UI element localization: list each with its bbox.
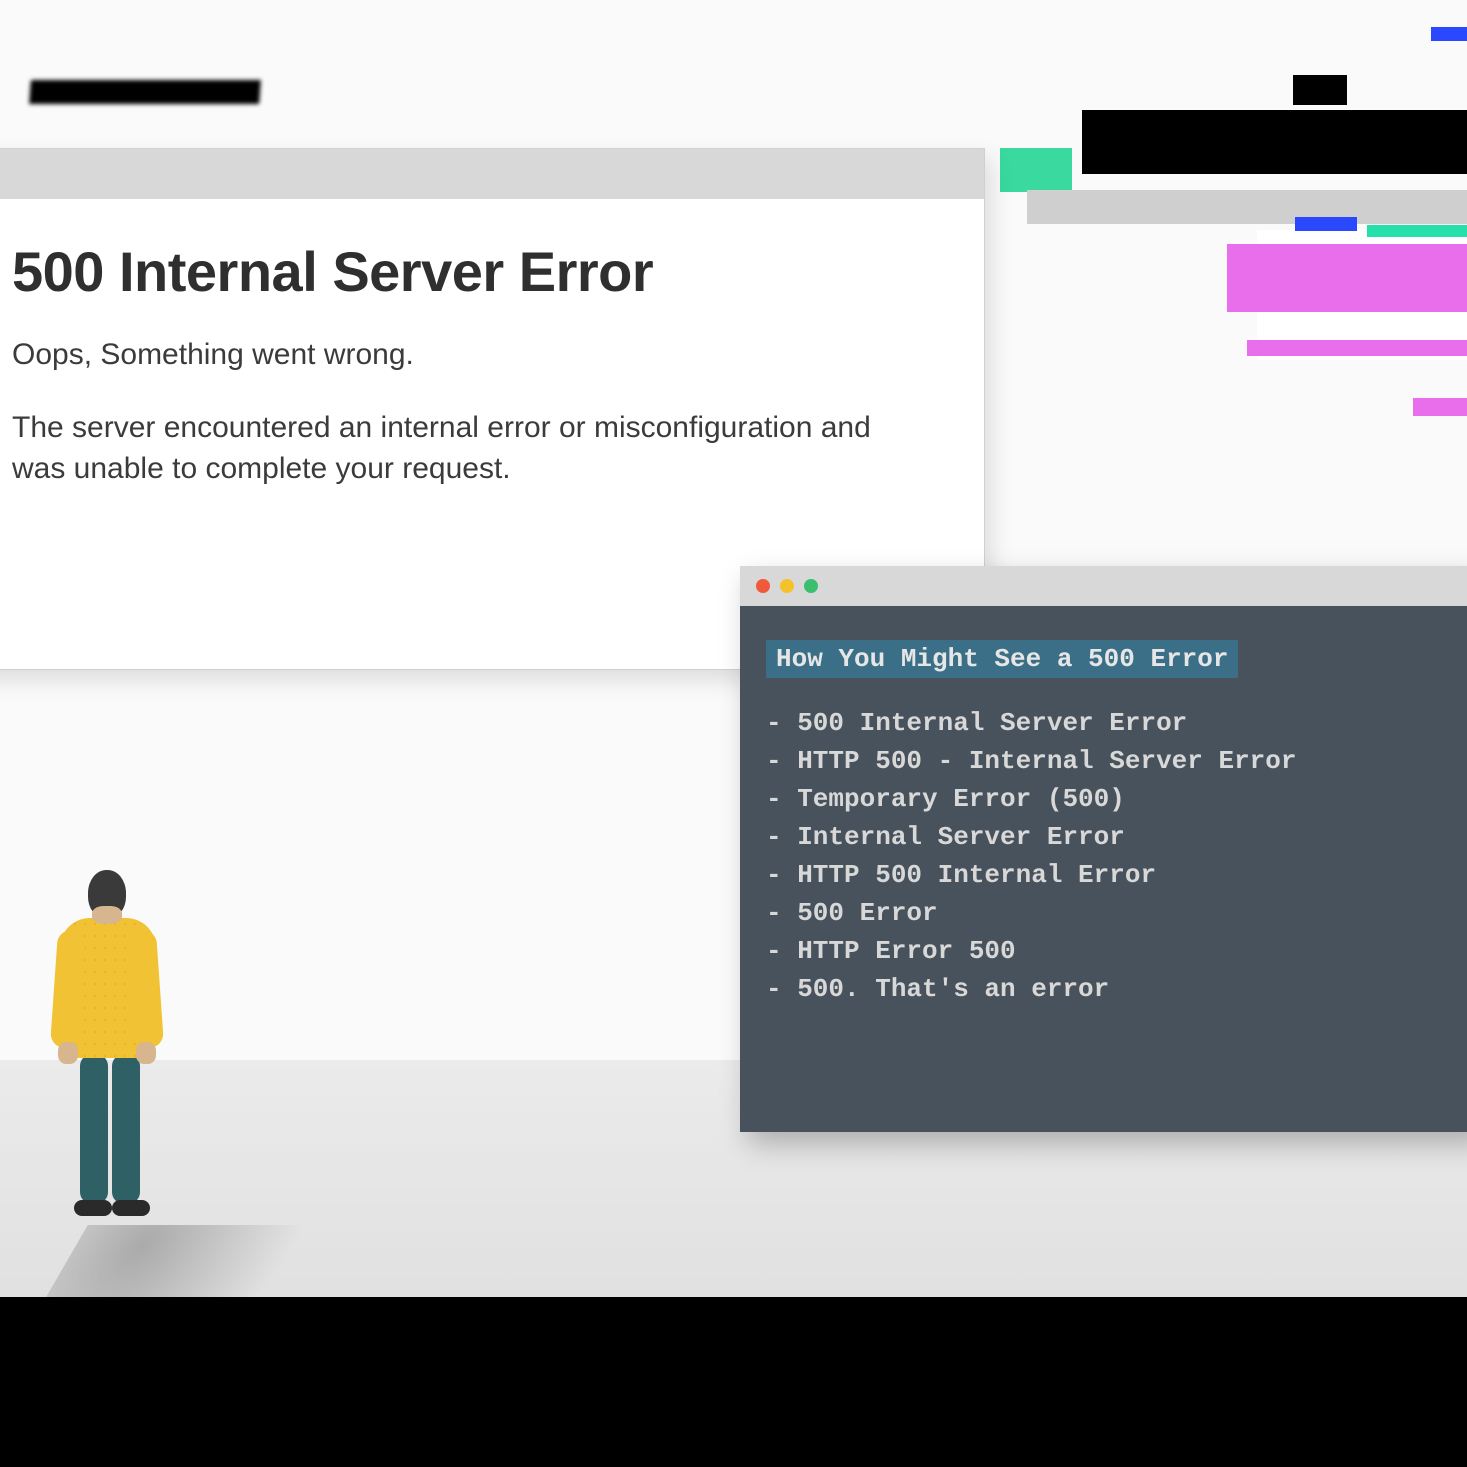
glitch-block-icon — [1000, 148, 1072, 192]
terminal-line: - Internal Server Error — [766, 822, 1454, 852]
glitch-block-icon — [1227, 244, 1467, 312]
window-titlebar — [740, 566, 1467, 606]
glitch-block-icon — [1413, 398, 1467, 416]
terminal-line: - HTTP 500 Internal Error — [766, 860, 1454, 890]
glitch-block-icon — [1367, 225, 1467, 237]
glitch-block-icon — [1293, 75, 1347, 105]
close-icon[interactable] — [756, 579, 770, 593]
window-titlebar — [0, 149, 984, 199]
terminal-line: - 500 Error — [766, 898, 1454, 928]
person-illustration-icon — [40, 870, 170, 1230]
glitch-block-icon — [1431, 27, 1467, 41]
terminal-line: - 500 Internal Server Error — [766, 708, 1454, 738]
terminal-heading: How You Might See a 500 Error — [766, 640, 1238, 678]
glitch-block-icon — [1082, 110, 1467, 174]
terminal-line: - 500. That's an error — [766, 974, 1454, 1004]
glitch-block-icon — [1027, 190, 1467, 224]
terminal-body: How You Might See a 500 Error - 500 Inte… — [740, 606, 1467, 1132]
terminal-list: - 500 Internal Server Error - HTTP 500 - … — [766, 708, 1454, 1004]
glitch-smear-icon — [29, 80, 261, 104]
terminal-line: - HTTP Error 500 — [766, 936, 1454, 966]
maximize-icon[interactable] — [804, 579, 818, 593]
terminal-line: - HTTP 500 - Internal Server Error — [766, 746, 1454, 776]
terminal-window: How You Might See a 500 Error - 500 Inte… — [740, 566, 1467, 1132]
error-title: 500 Internal Server Error — [12, 239, 938, 304]
letterbox — [0, 1297, 1467, 1467]
error-description: The server encountered an internal error… — [12, 408, 932, 489]
glitch-block-icon — [1295, 217, 1357, 231]
terminal-line: - Temporary Error (500) — [766, 784, 1454, 814]
glitch-block-icon — [1247, 340, 1467, 356]
error-subtext: Oops, Something went wrong. — [12, 338, 938, 372]
minimize-icon[interactable] — [780, 579, 794, 593]
